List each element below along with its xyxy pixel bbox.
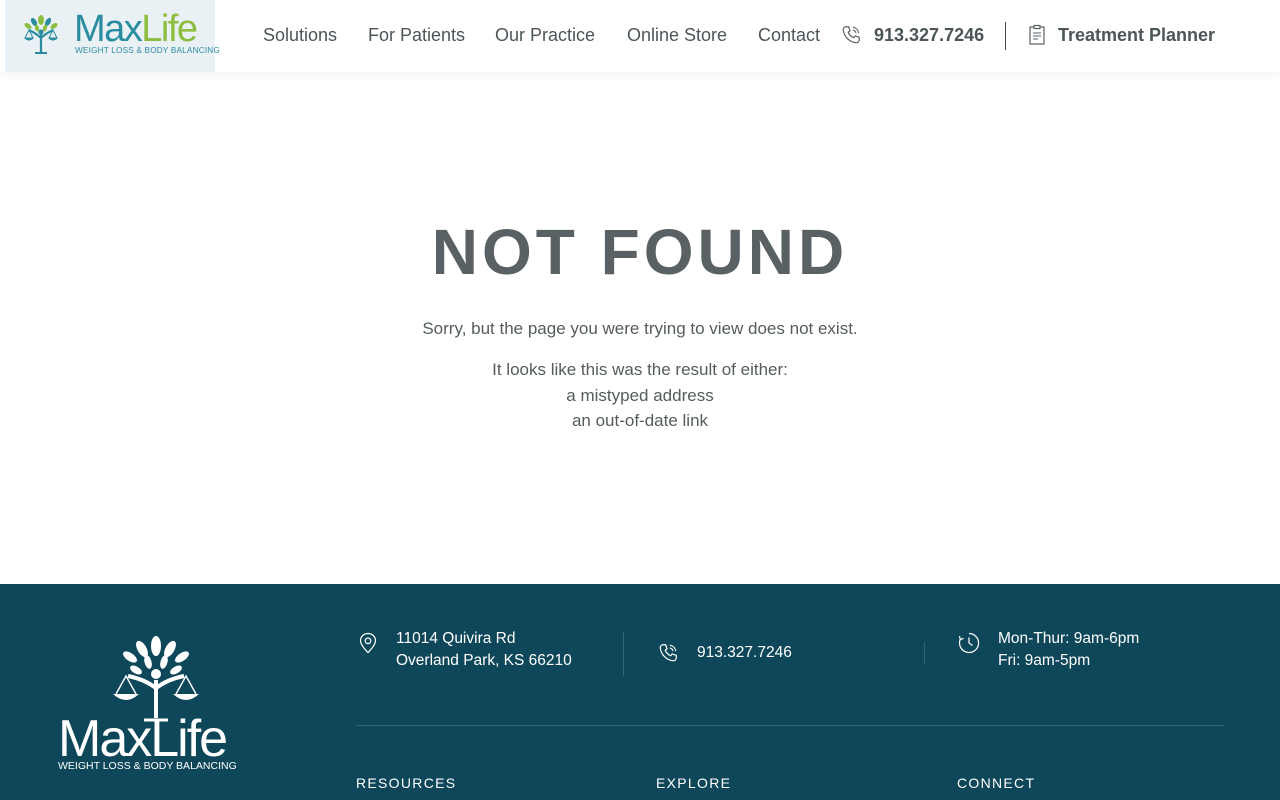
footer-heading-connect: CONNECT: [957, 775, 1036, 791]
footer-heading-explore: EXPLORE: [656, 775, 732, 791]
nav-for-patients[interactable]: For Patients: [368, 25, 465, 46]
not-found-content: NOT FOUND Sorry, but the page you were t…: [0, 72, 1280, 584]
footer-horizontal-divider: [356, 725, 1224, 726]
phone-icon: [842, 26, 860, 44]
footer-logo[interactable]: MaxLife WEIGHT LOSS & BODY BALANCING: [58, 632, 254, 777]
logo-tagline: WEIGHT LOSS & BODY BALANCING: [75, 46, 220, 55]
treatment-planner-link[interactable]: Treatment Planner: [1028, 24, 1215, 46]
logo-tree-icon: MaxLife WEIGHT LOSS & BODY BALANCING: [58, 636, 237, 772]
map-pin-icon: [359, 632, 377, 654]
nav-our-practice[interactable]: Our Practice: [495, 25, 595, 46]
clipboard-icon: [1029, 24, 1045, 45]
footer-address-line2: Overland Park, KS 66210: [396, 652, 572, 669]
footer-phone-number: 913.327.7246: [697, 644, 792, 661]
header-logo[interactable]: MaxLife WEIGHT LOSS & BODY BALANCING: [5, 0, 220, 72]
reason-out-of-date-link: an out-of-date link: [571, 411, 709, 430]
footer-logo-tagline: WEIGHT LOSS & BODY BALANCING: [58, 760, 237, 772]
nav-online-store[interactable]: Online Store: [627, 25, 727, 46]
logo-tree-icon: [24, 15, 58, 54]
reason-mistyped-address: a mistyped address: [566, 386, 714, 405]
header-divider: [1005, 22, 1006, 50]
header-phone-link[interactable]: 913.327.7246: [840, 24, 984, 46]
footer-heading-resources: RESOURCES: [356, 775, 457, 791]
footer-divider: [623, 632, 624, 676]
logo-wordmark: MaxLife: [74, 8, 198, 50]
footer-phone-link[interactable]: 913.327.7246: [657, 642, 792, 664]
page-title: NOT FOUND: [431, 216, 849, 288]
phone-icon: [659, 644, 677, 662]
header-phone-number: 913.327.7246: [874, 24, 985, 45]
clock-icon: [958, 632, 980, 654]
treatment-planner-label: Treatment Planner: [1058, 24, 1216, 45]
nav-solutions[interactable]: Solutions: [263, 25, 337, 46]
nav-contact[interactable]: Contact: [758, 25, 820, 46]
not-found-message: Sorry, but the page you were trying to v…: [422, 319, 858, 338]
site-footer: MaxLife WEIGHT LOSS & BODY BALANCING 110…: [0, 584, 1280, 800]
footer-address: 11014 Quivira Rd Overland Park, KS 66210: [358, 630, 572, 672]
site-header: MaxLife WEIGHT LOSS & BODY BALANCING Sol…: [0, 0, 1280, 72]
footer-hours-line1: Mon-Thur: 9am-6pm: [998, 630, 1140, 647]
footer-hours: Mon-Thur: 9am-6pm Fri: 9am-5pm: [958, 630, 1139, 672]
footer-hours-line2: Fri: 9am-5pm: [998, 652, 1091, 669]
not-found-reason-intro: It looks like this was the result of eit…: [492, 360, 788, 379]
footer-address-line1: 11014 Quivira Rd: [396, 630, 516, 647]
footer-divider: [924, 642, 925, 664]
